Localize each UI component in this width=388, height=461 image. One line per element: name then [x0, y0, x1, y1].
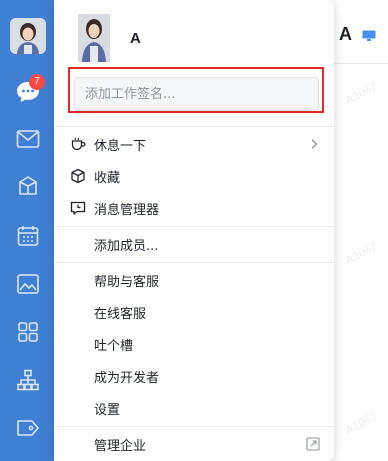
- menu-item-help[interactable]: 帮助与客服: [54, 264, 334, 296]
- menu-item-label: 帮助与客服: [94, 274, 160, 290]
- menu-item-label: 消息管理器: [94, 202, 160, 218]
- menu-item-add-member[interactable]: 添加成员...: [54, 228, 334, 260]
- watermark: A1067: [342, 78, 380, 108]
- menu-item-manage-enterprise[interactable]: 管理企业: [54, 428, 334, 460]
- mail-icon[interactable]: [14, 125, 42, 153]
- image-icon[interactable]: [14, 270, 42, 298]
- menu-item-label: 休息一下: [94, 138, 147, 154]
- background-chat-title: A: [339, 24, 352, 44]
- external-link-icon: [306, 437, 320, 451]
- menu-item-label: 在线客服: [94, 306, 147, 322]
- menu-item-rest[interactable]: 休息一下: [54, 128, 334, 160]
- org-chart-icon[interactable]: [14, 366, 42, 394]
- divider: [54, 226, 334, 227]
- chevron-right-icon: [311, 139, 318, 149]
- menu-item-online-service[interactable]: 在线客服: [54, 296, 334, 328]
- watermark: A1067: [342, 238, 380, 268]
- watermark: A1067: [342, 408, 380, 438]
- menu-item-developer[interactable]: 成为开发者: [54, 360, 334, 392]
- divider: [54, 262, 334, 263]
- divider: [54, 426, 334, 427]
- coffee-cup-icon: [70, 136, 86, 152]
- unread-badge: 7: [29, 74, 45, 90]
- menu-item-label: 成为开发者: [94, 370, 160, 386]
- cube-icon: [70, 168, 86, 184]
- tag-icon[interactable]: [14, 414, 42, 442]
- desktop-device-icon: [362, 30, 376, 41]
- divider: [54, 126, 334, 127]
- message-clock-icon: [70, 200, 86, 216]
- profile-avatar[interactable]: [78, 14, 110, 62]
- menu-item-label: 管理企业: [94, 438, 147, 454]
- apps-grid-icon[interactable]: [14, 318, 42, 346]
- menu-item-label: 设置: [94, 402, 121, 418]
- profile-popup-panel: A 休息一下 收藏: [54, 0, 334, 461]
- box-icon[interactable]: [14, 172, 42, 200]
- calendar-icon[interactable]: [14, 222, 42, 250]
- menu-item-favorites[interactable]: 收藏: [54, 160, 334, 192]
- menu-item-settings[interactable]: 设置: [54, 392, 334, 424]
- work-signature-input[interactable]: [74, 77, 319, 111]
- menu-item-label: 添加成员...: [94, 238, 159, 254]
- avatar[interactable]: [10, 18, 46, 54]
- menu-item-label: 收藏: [94, 170, 121, 186]
- left-navigation-rail: 7: [0, 0, 56, 461]
- menu-item-label: 吐个槽: [94, 338, 134, 354]
- menu-item-feedback[interactable]: 吐个槽: [54, 328, 334, 360]
- menu-item-message-manager[interactable]: 消息管理器: [54, 192, 334, 224]
- profile-name: A: [130, 30, 141, 47]
